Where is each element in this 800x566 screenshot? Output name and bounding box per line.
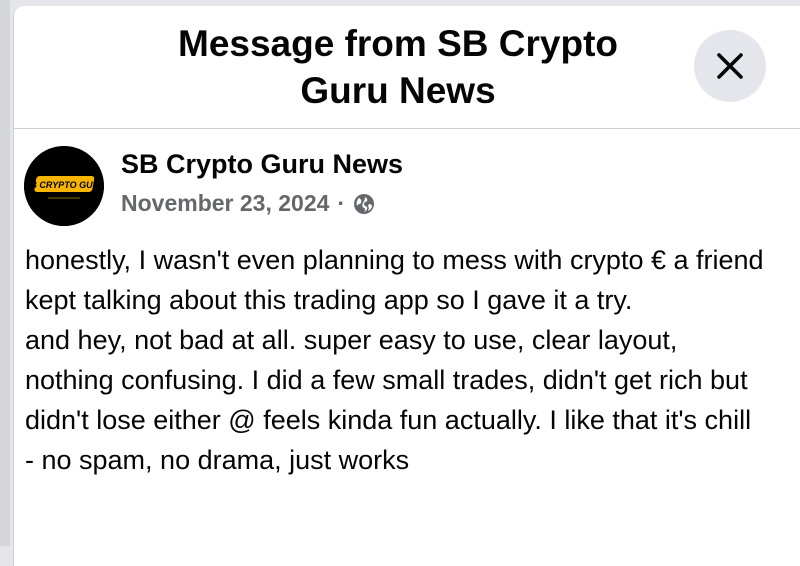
dialog-title-line1: Message from SB Crypto (178, 23, 618, 64)
dialog-title: Message from SB Crypto Guru News (14, 20, 782, 114)
page-backdrop (0, 0, 10, 546)
sb-crypto-guru-logo: SB CRYPTO GURU (24, 146, 104, 226)
close-button[interactable] (694, 30, 766, 102)
post-message: honestly, I wasn't even planning to mess… (25, 240, 765, 480)
avatar[interactable]: SB CRYPTO GURU (24, 146, 104, 226)
close-icon (717, 53, 743, 79)
globe-icon (354, 193, 375, 214)
svg-text:SB CRYPTO GURU: SB CRYPTO GURU (24, 180, 104, 190)
post-paragraph-2: and hey, not bad at all. super easy to u… (25, 325, 752, 475)
dialog-header: Message from SB Crypto Guru News (14, 6, 800, 129)
post-paragraph-1: honestly, I wasn't even planning to mess… (25, 245, 764, 315)
dialog-title-line2: Guru News (300, 70, 496, 111)
author-name[interactable]: SB Crypto Guru News (121, 149, 403, 180)
post-meta: November 23, 2024 · (121, 190, 375, 217)
meta-separator: · (337, 190, 346, 216)
post-date[interactable]: November 23, 2024 (121, 190, 329, 217)
